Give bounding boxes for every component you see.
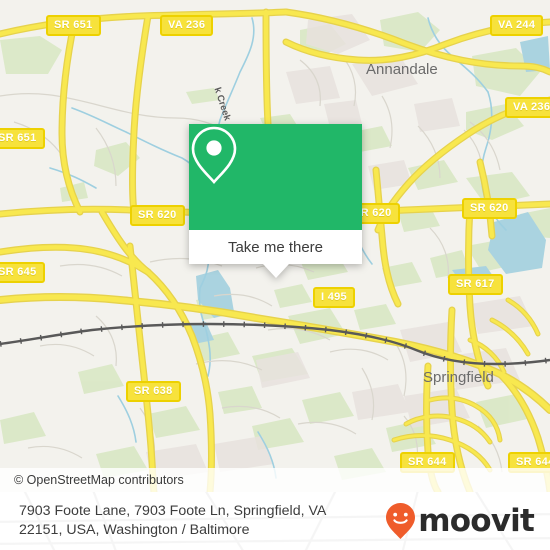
map-canvas[interactable]: SR 651 VA 236 VA 244 VA 236 SR 651 SR 62… <box>0 0 550 492</box>
map-attribution[interactable]: © OpenStreetMap contributors <box>0 468 550 492</box>
address-line-2: 22151, USA, Washington / Baltimore <box>19 522 250 538</box>
location-callout-card[interactable]: Take me there <box>189 124 362 278</box>
callout-pin-area <box>189 124 362 230</box>
road-shield: SR 638 <box>126 381 181 402</box>
place-label-springfield: Springfield <box>423 369 494 386</box>
road-shield: I 495 <box>313 287 355 308</box>
road-shield: VA 244 <box>490 15 544 36</box>
road-shield: SR 620 <box>462 198 517 219</box>
footer-bar: 7903 Foote Lane, 7903 Foote Ln, Springfi… <box>0 492 550 550</box>
road-shield: SR 620 <box>130 205 185 226</box>
place-label-annandale: Annandale <box>366 61 438 78</box>
take-me-there-label: Take me there <box>227 238 324 256</box>
road-shield: SR 645 <box>0 262 45 283</box>
moovit-map-screenshot: SR 651 VA 236 VA 244 VA 236 SR 651 SR 62… <box>0 0 550 550</box>
map-pin-icon <box>191 126 237 184</box>
address-text: 7903 Foote Lane, 7903 Foote Ln, Springfi… <box>19 502 379 540</box>
road-shield: VA 236 <box>505 97 550 118</box>
moovit-wordmark: moovit <box>418 502 535 539</box>
road-shield: VA 236 <box>160 15 214 36</box>
road-shield: SR 617 <box>448 274 503 295</box>
road-shield: SR 651 <box>46 15 101 36</box>
moovit-logo[interactable]: moovit <box>385 502 535 540</box>
road-shield: SR 651 <box>0 128 45 149</box>
callout-tail-icon <box>262 264 289 278</box>
address-line-1: 7903 Foote Lane, 7903 Foote Ln, Springfi… <box>19 503 327 519</box>
moovit-pin-smile-icon <box>386 503 416 539</box>
callout-action-bar[interactable]: Take me there <box>189 230 362 264</box>
